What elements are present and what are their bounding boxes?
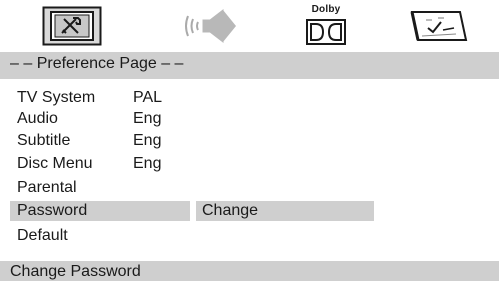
status-text: Change Password bbox=[10, 263, 141, 280]
menu-item-label: Parental bbox=[17, 179, 77, 196]
menu-item-label: Disc Menu bbox=[17, 155, 93, 172]
menu-item-label: Default bbox=[17, 227, 68, 244]
menu-item-label: Audio bbox=[17, 110, 58, 127]
page-title: – – Preference Page – – bbox=[10, 55, 184, 72]
status-bar: Change Password bbox=[0, 261, 499, 281]
menu-item-value: Eng bbox=[133, 155, 162, 172]
menu-item-password[interactable]: Password Change bbox=[0, 201, 499, 223]
menu-item-label: Subtitle bbox=[17, 132, 71, 149]
submenu-option-change[interactable]: Change bbox=[196, 201, 374, 221]
menu-item-subtitle[interactable]: Subtitle Eng bbox=[0, 131, 499, 153]
speaker-icon[interactable] bbox=[178, 6, 238, 46]
tv-setup-icon[interactable] bbox=[42, 6, 102, 46]
page-header: – – Preference Page – – bbox=[0, 52, 499, 79]
menu-item-parental[interactable]: Parental bbox=[0, 178, 499, 200]
preference-icon[interactable] bbox=[408, 6, 468, 46]
menu-item-label: Password bbox=[17, 202, 88, 219]
submenu-option-label: Change bbox=[202, 202, 259, 219]
menu-item-disc-menu[interactable]: Disc Menu Eng bbox=[0, 154, 499, 176]
dolby-icon[interactable]: Dolby bbox=[296, 4, 356, 46]
menu-item-label: TV System bbox=[17, 89, 96, 106]
menu-item-value: Eng bbox=[133, 110, 162, 127]
menu-item-value: Eng bbox=[133, 132, 162, 149]
menu-item-tv-system[interactable]: TV System PAL bbox=[0, 88, 499, 110]
menu-item-audio[interactable]: Audio Eng bbox=[0, 109, 499, 131]
menu-item-value: PAL bbox=[133, 89, 163, 106]
dolby-label: Dolby bbox=[311, 4, 341, 15]
setup-icon-bar: Dolby bbox=[0, 0, 499, 50]
menu-item-default[interactable]: Default bbox=[0, 226, 499, 248]
